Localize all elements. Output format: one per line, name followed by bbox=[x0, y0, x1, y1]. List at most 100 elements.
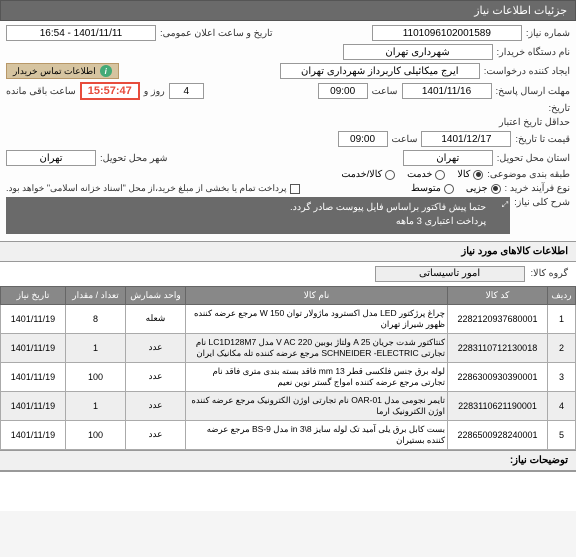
resize-icon[interactable]: ⤢ bbox=[502, 199, 508, 211]
time-label-2: ساعت bbox=[392, 134, 418, 145]
process-label: نوع فرآیند خرید : bbox=[505, 183, 570, 194]
cell-qty: 100 bbox=[66, 420, 126, 449]
radio-goods[interactable] bbox=[473, 170, 483, 180]
deadline-time-field: 09:00 bbox=[318, 83, 368, 99]
page-header: جزئیات اطلاعات نیاز bbox=[0, 0, 576, 21]
cell-date: 1401/11/19 bbox=[1, 420, 66, 449]
cell-n: 5 bbox=[548, 420, 576, 449]
cell-n: 2 bbox=[548, 333, 576, 362]
group-label: گروه کالا: bbox=[531, 268, 568, 279]
th-code: کد کالا bbox=[448, 286, 548, 304]
cell-name: بست کابل برق یلی آمید تک لوله سایز in 3\… bbox=[186, 420, 448, 449]
radio-small-label: جزیی bbox=[466, 183, 488, 194]
radio-medium-label: متوسط bbox=[411, 183, 441, 194]
valid-from-label: حداقل تاریخ اعتبار bbox=[499, 117, 570, 128]
time-label-1: ساعت bbox=[372, 86, 398, 97]
items-section-title: اطلاعات کالاهای مورد نیاز bbox=[0, 241, 576, 262]
city-label: شهر محل تحویل: bbox=[100, 153, 167, 164]
buyer-org-label: نام دستگاه خریدار: bbox=[497, 47, 571, 58]
cell-unit: عدد bbox=[126, 391, 186, 420]
cell-date: 1401/11/19 bbox=[1, 391, 66, 420]
cell-date: 1401/11/19 bbox=[1, 333, 66, 362]
desc-line-2: پرداخت اعتباری 3 ماهه bbox=[14, 215, 486, 229]
province-label: استان محل تحویل: bbox=[497, 153, 570, 164]
page-title: جزئیات اطلاعات نیاز bbox=[474, 5, 567, 17]
contact-label: اطلاعات تماس خریدار bbox=[13, 66, 96, 77]
description-box: ⤢ حتما پیش فاکتور براساس فایل پیوست صادر… bbox=[6, 197, 510, 234]
category-radios: کالا خدمت کالا/خدمت bbox=[341, 169, 483, 180]
cell-unit: عدد bbox=[126, 333, 186, 362]
cell-name: تایمر نجومی مدل OAR-01 نام تجارتی اوژن ا… bbox=[186, 391, 448, 420]
cell-code: 2282120937680001 bbox=[448, 304, 548, 333]
cell-qty: 1 bbox=[66, 391, 126, 420]
cell-name: کنتاکتور شدت جریان A 25 ولتاژ بوبین V AC… bbox=[186, 333, 448, 362]
remain-label: ساعت باقی مانده bbox=[6, 86, 76, 97]
cell-name: لوله برق جنس فلکسی قطر mm 13 فاقد بسته ب… bbox=[186, 362, 448, 391]
table-row: 22283110712130018کنتاکتور شدت جریان A 25… bbox=[1, 333, 576, 362]
cell-n: 1 bbox=[548, 304, 576, 333]
cell-unit: عدد bbox=[126, 362, 186, 391]
requester-field: ایرج میکائیلی کاربرداز شهرداری تهران bbox=[280, 63, 480, 79]
cell-n: 4 bbox=[548, 391, 576, 420]
notes-label: توضیحات نیاز: bbox=[0, 450, 576, 471]
cell-qty: 1 bbox=[66, 333, 126, 362]
cell-qty: 100 bbox=[66, 362, 126, 391]
cell-n: 3 bbox=[548, 362, 576, 391]
notes-area bbox=[0, 471, 576, 511]
info-icon: i bbox=[100, 65, 112, 77]
table-row: 42283110621190001تایمر نجومی مدل OAR-01 … bbox=[1, 391, 576, 420]
th-unit: واحد شمارش bbox=[126, 286, 186, 304]
cell-code: 2286500928240001 bbox=[448, 420, 548, 449]
items-table: ردیف کد کالا نام کالا واحد شمارش تعداد /… bbox=[0, 286, 576, 450]
cell-qty: 8 bbox=[66, 304, 126, 333]
radio-service[interactable] bbox=[435, 170, 445, 180]
treasury-checkbox[interactable] bbox=[290, 184, 300, 194]
th-date: تاریخ نیاز bbox=[1, 286, 66, 304]
cell-name: چراغ پرژکتور LED مدل اکسترود ماژولار توا… bbox=[186, 304, 448, 333]
radio-both-label: کالا/خدمت bbox=[341, 169, 382, 180]
cell-unit: شعله bbox=[126, 304, 186, 333]
form-area: شماره نیاز: 1101096102001589 تاریخ و ساع… bbox=[0, 21, 576, 241]
group-field: امور تاسیساتی bbox=[375, 266, 525, 282]
th-name: نام کالا bbox=[186, 286, 448, 304]
table-row: 12282120937680001چراغ پرژکتور LED مدل اک… bbox=[1, 304, 576, 333]
city-field: تهران bbox=[6, 150, 96, 166]
radio-service-label: خدمت bbox=[407, 169, 432, 180]
deadline-label: مهلت ارسال پاسخ: bbox=[496, 86, 570, 97]
need-no-label: شماره نیاز: bbox=[526, 28, 570, 39]
table-row: 32286300930390001لوله برق جنس فلکسی قطر … bbox=[1, 362, 576, 391]
days-field: 4 bbox=[169, 83, 204, 99]
treasury-note: پرداخت تمام یا بخشی از مبلغ خرید،از محل … bbox=[6, 183, 286, 194]
announce-label: تاریخ و ساعت اعلان عمومی: bbox=[160, 28, 273, 39]
radio-both[interactable] bbox=[385, 170, 395, 180]
radio-goods-label: کالا bbox=[457, 169, 470, 180]
days-label: روز و bbox=[144, 86, 165, 97]
desc-label: شرح کلی نیاز: bbox=[514, 197, 570, 208]
valid-to-label: قیمت تا تاریخ: bbox=[515, 134, 570, 145]
cell-unit: عدد bbox=[126, 420, 186, 449]
desc-line-1: حتما پیش فاکتور براساس فایل پیوست صادر گ… bbox=[14, 201, 486, 215]
announce-field: 1401/11/11 - 16:54 bbox=[6, 25, 156, 41]
valid-time-field: 09:00 bbox=[338, 131, 388, 147]
province-field: تهران bbox=[403, 150, 493, 166]
date-label: تاریخ: bbox=[548, 103, 570, 114]
table-row: 52286500928240001بست کابل برق یلی آمید ت… bbox=[1, 420, 576, 449]
process-radios: جزیی متوسط bbox=[411, 183, 501, 194]
cell-code: 2283110621190001 bbox=[448, 391, 548, 420]
contact-button[interactable]: i اطلاعات تماس خریدار bbox=[6, 63, 119, 79]
deadline-date-field: 1401/11/16 bbox=[402, 83, 492, 99]
valid-date-field: 1401/12/17 bbox=[421, 131, 511, 147]
cell-date: 1401/11/19 bbox=[1, 362, 66, 391]
cell-code: 2283110712130018 bbox=[448, 333, 548, 362]
buyer-org-field: شهرداری تهران bbox=[343, 44, 493, 60]
th-qty: تعداد / مقدار bbox=[66, 286, 126, 304]
cell-date: 1401/11/19 bbox=[1, 304, 66, 333]
radio-small[interactable] bbox=[491, 184, 501, 194]
category-label: طبقه بندی موضوعی: bbox=[487, 169, 570, 180]
radio-medium[interactable] bbox=[444, 184, 454, 194]
countdown-timer: 15:57:47 bbox=[80, 82, 140, 100]
th-row: ردیف bbox=[548, 286, 576, 304]
need-no-field: 1101096102001589 bbox=[372, 25, 522, 41]
requester-label: ایجاد کننده درخواست: bbox=[484, 66, 570, 77]
cell-code: 2286300930390001 bbox=[448, 362, 548, 391]
